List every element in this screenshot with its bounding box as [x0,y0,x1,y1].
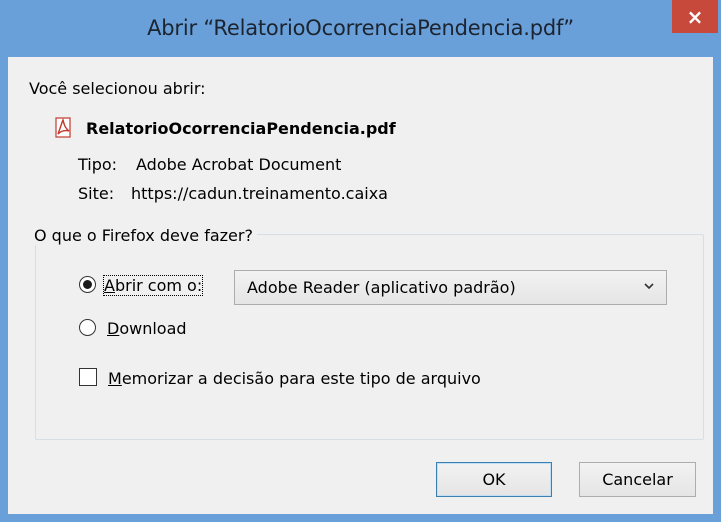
cancel-button[interactable]: Cancelar [579,462,696,497]
access-key: M [108,369,122,388]
window-title: Abrir “RelatorioOcorrenciaPendencia.pdf” [147,16,574,40]
title-bar[interactable]: Abrir “RelatorioOcorrenciaPendencia.pdf”… [0,0,721,57]
remember-label[interactable]: Memorizar a decisão para este tipo de ar… [108,369,481,388]
label-text: emorizar a decisão para este tipo de arq… [121,369,481,388]
file-name: RelatorioOcorrenciaPendencia.pdf [86,119,396,138]
download-label[interactable]: Download [107,319,187,338]
application-select[interactable]: Adobe Reader (aplicativo padrão) [234,270,667,305]
download-radio[interactable] [79,319,96,336]
type-value: Adobe Acrobat Document [136,155,342,174]
site-label: Site: [78,184,115,203]
open-with-label[interactable]: Abrir com o: [102,275,204,296]
access-key: A [104,276,115,295]
remember-checkbox[interactable] [79,368,97,386]
close-icon: × [686,4,704,29]
open-with-radio[interactable] [79,276,96,293]
close-button[interactable]: × [672,0,718,33]
type-label: Tipo: [78,155,118,174]
site-value: https://cadun.treinamento.caixa [131,184,388,203]
label-text: brir com o: [114,276,203,295]
dialog-body: Você selecionou abrir: RelatorioOcorrenc… [8,57,713,514]
ok-button[interactable]: OK [436,462,552,497]
access-key: D [107,319,120,338]
pdf-file-icon [55,117,71,138]
chevron-down-icon [644,283,654,290]
application-select-value: Adobe Reader (aplicativo padrão) [247,278,516,297]
label-text: ownload [119,319,187,338]
action-group-legend: O que o Firefox deve fazer? [30,226,257,245]
dialog-window: Abrir “RelatorioOcorrenciaPendencia.pdf”… [0,0,721,522]
radio-selected-dot [83,280,92,289]
intro-text: Você selecionou abrir: [29,79,206,98]
